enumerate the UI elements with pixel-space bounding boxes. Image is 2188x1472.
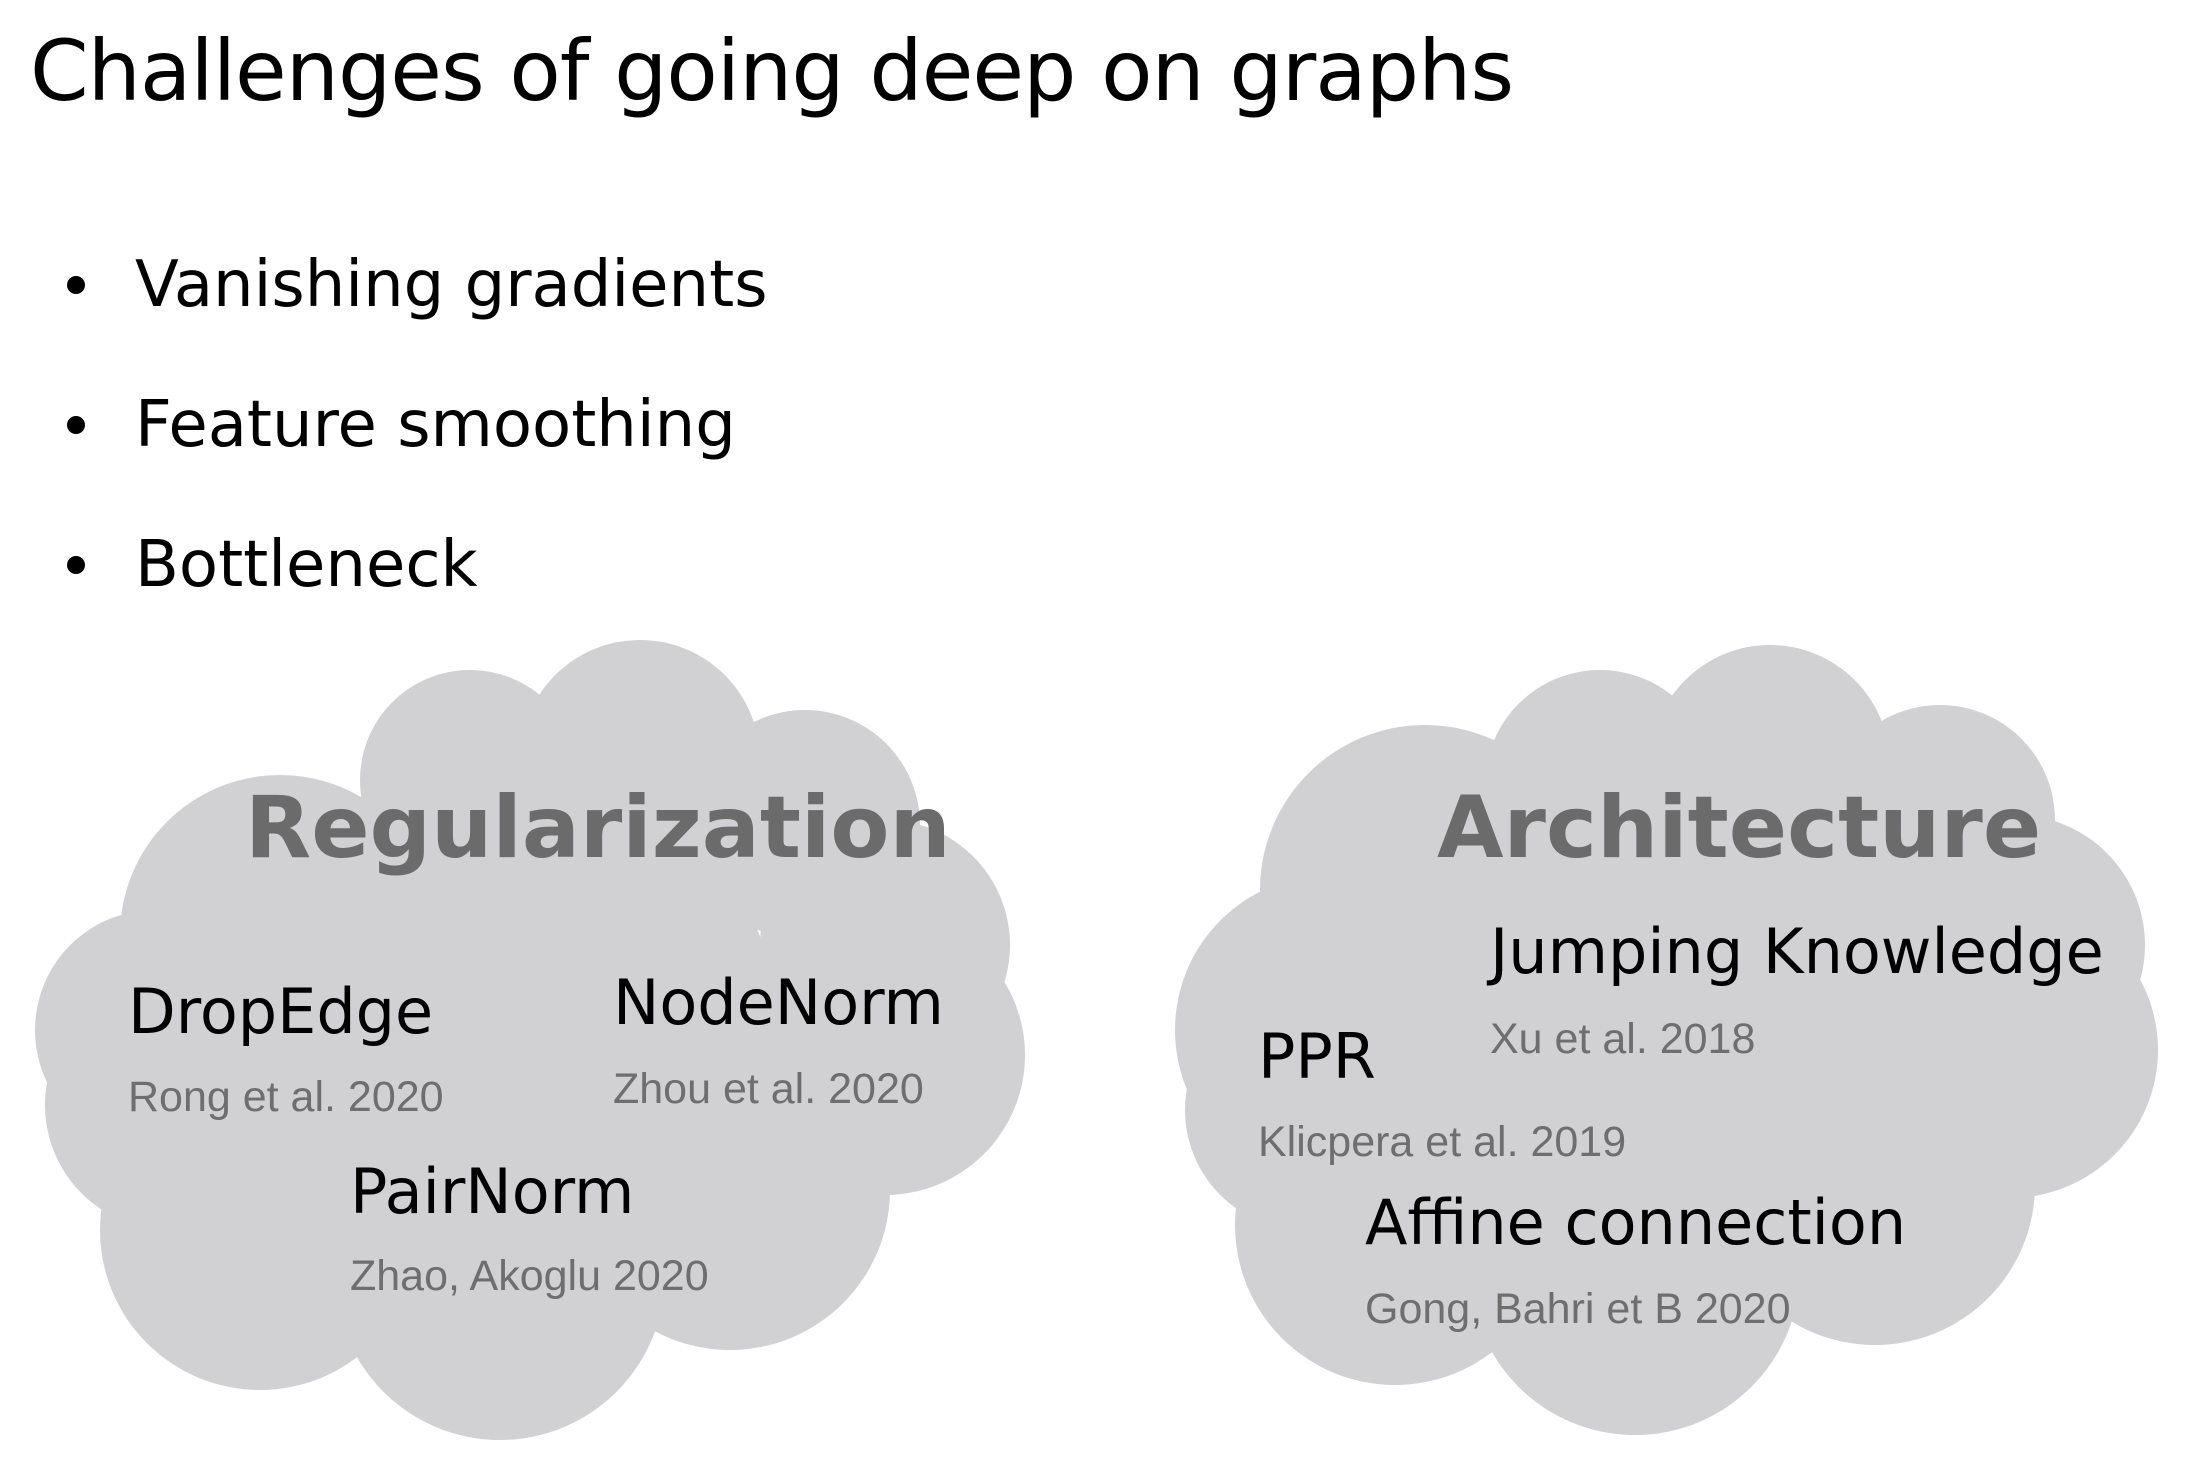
method-name: NodeNorm (613, 966, 944, 1039)
method-citation: Zhao, Akoglu 2020 (350, 1252, 709, 1300)
method-citation: Rong et al. 2020 (128, 1073, 444, 1121)
regularization-heading: Regularization (245, 778, 951, 878)
method-name: PPR (1258, 1020, 1376, 1093)
method-name: Affine connection (1365, 1186, 1907, 1259)
method-citation: Klicpera et al. 2019 (1258, 1118, 1627, 1166)
method-name: Jumping Knowledge (1490, 915, 2104, 988)
method-citation: Gong, Bahri et B 2020 (1365, 1285, 1791, 1333)
method-name: DropEdge (128, 975, 434, 1048)
method-citation: Zhou et al. 2020 (613, 1065, 924, 1113)
architecture-heading: Architecture (1437, 778, 2042, 878)
method-citation: Xu et al. 2018 (1490, 1015, 1756, 1063)
method-name: PairNorm (350, 1155, 635, 1228)
slide: Challenges of going deep on graphs Vanis… (0, 0, 2188, 1472)
